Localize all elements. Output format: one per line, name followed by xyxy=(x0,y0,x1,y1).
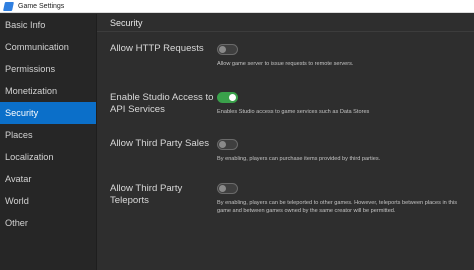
settings-panel: Security Allow HTTP Requests Allow game … xyxy=(97,14,474,270)
sidebar-item-localization[interactable]: Localization xyxy=(0,146,96,168)
sidebar-item-avatar[interactable]: Avatar xyxy=(0,168,96,190)
setting-description: Enables Studio access to game services s… xyxy=(217,109,370,115)
third-party-sales-toggle[interactable] xyxy=(217,139,238,150)
sidebar-item-basic-info[interactable]: Basic Info xyxy=(0,14,96,36)
studio-api-access-toggle[interactable] xyxy=(217,92,238,103)
toggle-knob xyxy=(219,185,226,192)
sidebar-item-permissions[interactable]: Permissions xyxy=(0,58,96,80)
window-title: Game Settings xyxy=(18,2,65,10)
sidebar-item-security[interactable]: Security xyxy=(0,102,96,124)
sidebar-item-monetization[interactable]: Monetization xyxy=(0,80,96,102)
toggle-knob xyxy=(219,46,226,53)
setting-label: Allow Third Party Sales xyxy=(110,138,209,149)
setting-description: By enabling, players can be teleported t… xyxy=(217,200,458,214)
third-party-teleports-toggle[interactable] xyxy=(217,183,238,194)
setting-label: Allow HTTP Requests xyxy=(110,43,204,54)
setting-description: By enabling, players can purchase items … xyxy=(217,156,381,162)
setting-label: Allow Third Party Teleports xyxy=(110,183,183,206)
setting-label: Enable Studio Access to API Services xyxy=(110,92,214,115)
toggle-knob xyxy=(219,141,226,148)
sidebar-item-other[interactable]: Other xyxy=(0,212,96,234)
title-bar: Game Settings xyxy=(0,0,474,13)
setting-description: Allow game server to issue requests to r… xyxy=(217,61,354,67)
toggle-knob xyxy=(229,94,236,101)
allow-http-requests-toggle[interactable] xyxy=(217,44,238,55)
sidebar-item-places[interactable]: Places xyxy=(0,124,96,146)
section-title: Security xyxy=(97,14,474,32)
sidebar-item-world[interactable]: World xyxy=(0,190,96,212)
sidebar-item-communication[interactable]: Communication xyxy=(0,36,96,58)
sidebar: Basic Info Communication Permissions Mon… xyxy=(0,14,96,270)
roblox-studio-icon xyxy=(3,1,14,11)
